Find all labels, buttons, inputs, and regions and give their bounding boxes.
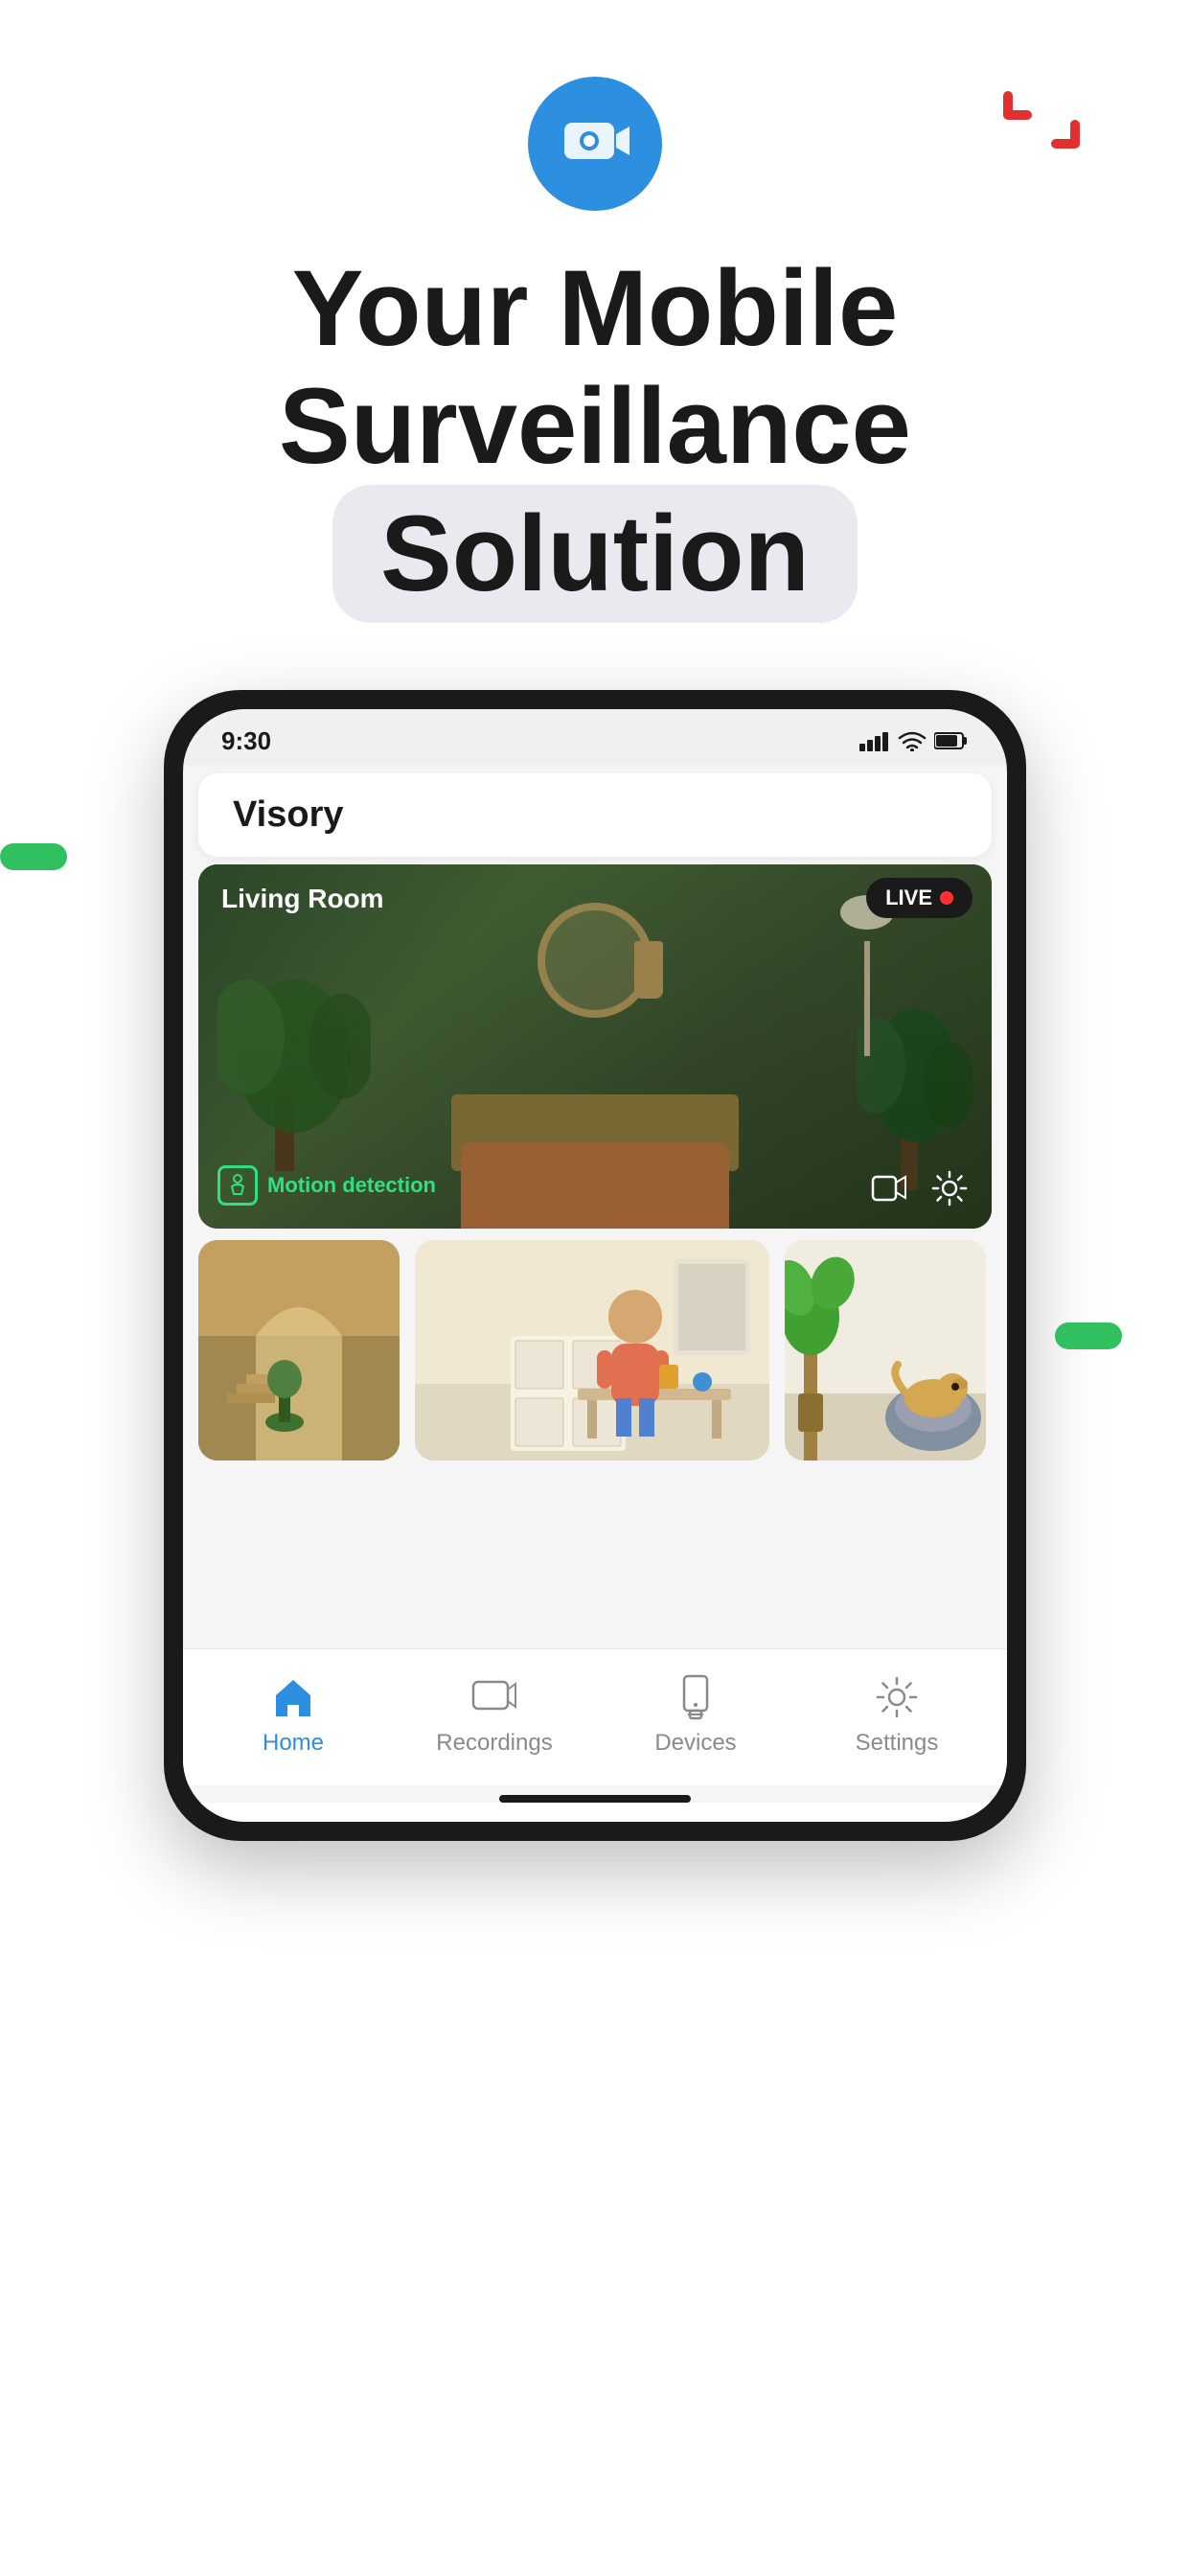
thumb-child-room[interactable] (415, 1240, 769, 1460)
battery-icon (934, 731, 969, 750)
motion-icon (217, 1165, 258, 1206)
indicator-right (1055, 1322, 1122, 1349)
home-indicator (499, 1795, 691, 1803)
nav-bottom-spacer (183, 1803, 1007, 1822)
camera-room-label: Living Room (221, 884, 384, 914)
settings-svg-icon (872, 1672, 922, 1722)
recordings-icon (469, 1672, 519, 1722)
signal-icon (859, 730, 890, 751)
record-icon (869, 1169, 907, 1208)
hero-section: Your Mobile Surveillance Solution 9:30 (0, 0, 1190, 1841)
status-time: 9:30 (221, 726, 271, 756)
app-name: Visory (233, 794, 343, 835)
phone-content-blank (183, 1476, 1007, 1648)
camera-feed[interactable]: Living Room LIVE Motion det (198, 864, 992, 1229)
nav-recordings[interactable]: Recordings (418, 1672, 571, 1757)
nav-recordings-label: Recordings (436, 1730, 552, 1757)
phone-mockup: 9:30 (164, 690, 1026, 1841)
settings-icon (929, 1168, 970, 1208)
phone-outer: 9:30 (164, 690, 1026, 1841)
status-bar: 9:30 (183, 709, 1007, 766)
devices-icon (671, 1672, 721, 1722)
settings-nav-icon (872, 1672, 922, 1722)
phone-inner: 9:30 (183, 709, 1007, 1822)
status-icons (859, 730, 969, 751)
thumb-courtyard[interactable] (198, 1240, 400, 1460)
settings-button[interactable] (927, 1165, 973, 1211)
home-icon (268, 1672, 318, 1722)
thumb-pet-room[interactable] (785, 1240, 986, 1460)
motion-detection-bar: Motion detection (217, 1165, 436, 1206)
nav-settings[interactable]: Settings (820, 1672, 973, 1757)
nav-settings-label: Settings (856, 1730, 939, 1757)
live-dot (940, 891, 953, 905)
pet-room-scene (785, 1240, 986, 1460)
nav-home-label: Home (263, 1730, 324, 1757)
red-bracket-icon (998, 86, 1085, 164)
courtyard-scene (198, 1240, 400, 1460)
thumbnails-row (183, 1240, 1007, 1476)
indicator-left (0, 843, 67, 870)
motion-figure-icon (225, 1173, 250, 1198)
nav-devices[interactable]: Devices (619, 1672, 772, 1757)
bottom-nav: Home Recordings (183, 1648, 1007, 1785)
live-badge: LIVE (866, 878, 973, 918)
camera-controls (865, 1165, 973, 1211)
app-header: Visory (198, 773, 992, 857)
live-text: LIVE (885, 886, 932, 910)
home-svg-icon (268, 1672, 318, 1722)
camera-icon (557, 105, 633, 182)
child-room-scene (415, 1240, 769, 1460)
nav-home[interactable]: Home (217, 1672, 370, 1757)
record-button[interactable] (865, 1165, 911, 1211)
app-icon (528, 77, 662, 211)
wifi-icon (898, 730, 927, 751)
hero-title: Your Mobile Surveillance Solution (221, 249, 969, 623)
recordings-svg-icon (469, 1672, 519, 1722)
devices-svg-icon (671, 1672, 721, 1722)
nav-devices-label: Devices (654, 1730, 736, 1757)
